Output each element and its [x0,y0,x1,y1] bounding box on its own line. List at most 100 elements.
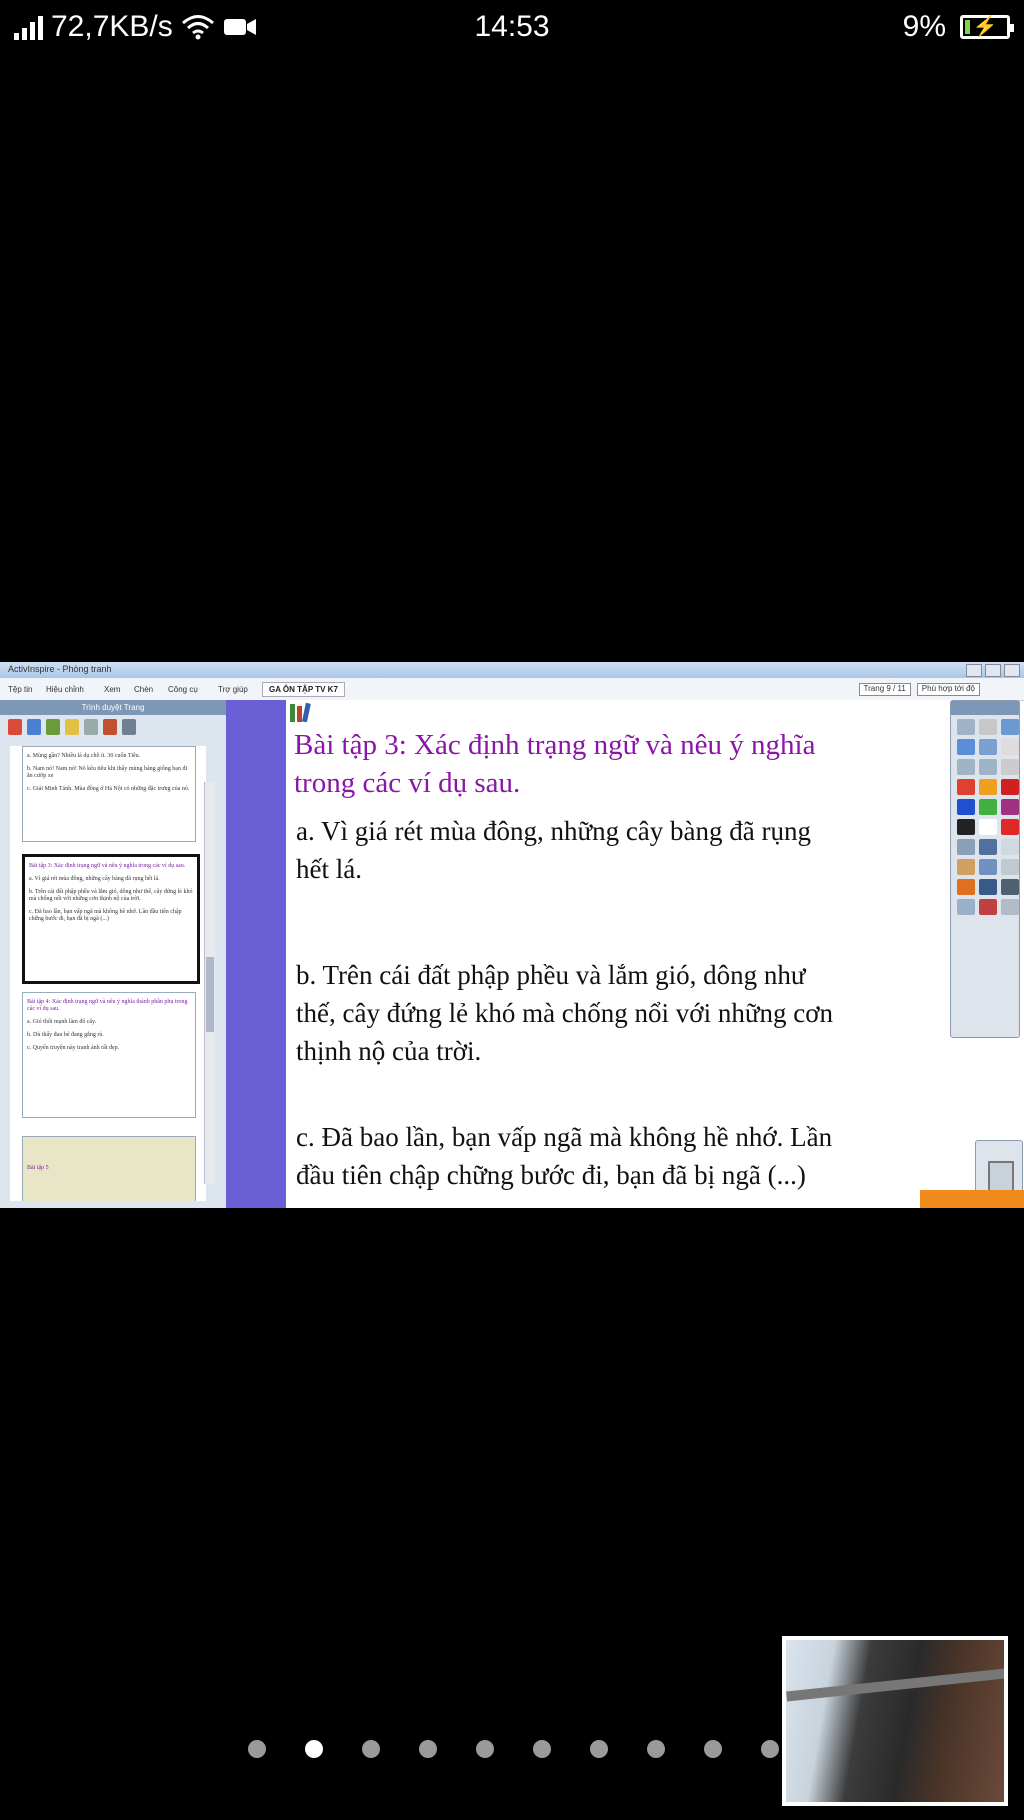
shape-icon[interactable] [979,859,997,875]
main-menu-icon[interactable] [957,719,975,735]
tool-palette-header[interactable] [951,701,1019,715]
back-icon[interactable] [957,759,975,775]
page-dot[interactable] [533,1740,551,1758]
window-controls [966,664,1020,677]
thumbnail-title: Bài tập 5 [27,1165,49,1171]
minimize-icon[interactable] [966,664,982,677]
color-red-icon[interactable] [957,779,975,795]
tool-grid [951,715,1019,919]
menu-insert[interactable]: Chèn [134,685,153,694]
menu-bar: Tệp tin Hiệu chỉnh Xem Chèn Công cụ Trợ … [0,678,1024,701]
color-black-icon[interactable] [957,819,975,835]
fill-icon[interactable] [957,879,975,895]
clear-icon[interactable] [1001,779,1019,795]
highlighter-icon[interactable] [1001,839,1019,855]
slide-side-bar [226,700,286,1208]
color-white-icon[interactable] [979,819,997,835]
close-icon[interactable] [1004,664,1020,677]
page-browser-toolbar [0,715,226,741]
objects-icon[interactable] [46,719,60,735]
thumbnail-title: Bài tập 3: Xác định trạng ngữ và nêu ý n… [29,863,186,869]
thumbnail-line: b. Trên cái đất phập phều và lắm gió, dô… [29,889,193,902]
eraser-icon[interactable] [957,859,975,875]
window-titlebar: ActivInspire - Phòng tranh [0,662,1024,678]
revealer-icon[interactable] [1001,899,1019,915]
color-purple-icon[interactable] [1001,799,1019,815]
thumbnail-title: Bài tập 4: Xác định trạng ngữ và nêu ý n… [27,999,188,1012]
text-icon[interactable] [979,879,997,895]
page-thumbnail-selected[interactable]: Bài tập 3: Xác định trạng ngữ và nêu ý n… [22,854,200,984]
camera-icon[interactable] [1001,879,1019,895]
blank-icon[interactable] [1001,759,1019,775]
color-blue-icon[interactable] [957,799,975,815]
thumbnail-line: b. Dù thấy đau bé đang gắng rủ. [27,1032,104,1038]
slide-title: Bài tập 3: Xác định trạng ngữ và nêu ý n… [294,729,816,799]
maximize-icon[interactable] [985,664,1001,677]
thumbnail-line: a. Mùng gần? Nhiều lá dụ chỗ ít. 30 cuốn… [27,753,141,759]
page-navigation: Trang 9 / 11 Phù hợp tới độ [858,683,980,696]
color-orange-icon[interactable] [979,779,997,795]
document-tab[interactable]: GA ÔN TẬP TV K7 [262,682,345,697]
thumbnail-line: c. Đã bao lần, bạn vấp ngã mà không hề n… [29,909,182,922]
orange-strip [920,1190,1024,1208]
browser-settings-icon[interactable] [122,719,136,735]
thumbnail-line: a. Vì giá rét mùa đông, những cây bàng đ… [29,876,160,882]
page-thumbnail[interactable]: Bài tập 5 [22,1136,196,1201]
profile-icon[interactable] [979,719,997,735]
page-thumbnail[interactable]: Bài tập 4: Xác định trạng ngữ và nêu ý n… [22,992,196,1118]
page-indicator: Trang 9 / 11 [858,683,911,696]
slide-item-b: b. Trên cái đất phập phều và lắm gió, dô… [296,960,833,1066]
page-dot[interactable] [362,1740,380,1758]
camera-preview[interactable] [782,1636,1008,1806]
slide-canvas: Bài tập 3: Xác định trạng ngữ và nêu ý n… [286,700,960,1208]
page-browser: Trình duyệt Trang a. Mùng gần? Nhiều lá … [0,700,227,1208]
zoom-select[interactable]: Phù hợp tới độ [916,683,980,696]
clock-icon[interactable] [957,899,975,915]
page-dot[interactable] [647,1740,665,1758]
spotlight-icon[interactable] [979,899,997,915]
menu-view[interactable]: Xem [104,685,120,694]
color-green-icon[interactable] [979,799,997,815]
page-dot[interactable] [419,1740,437,1758]
thumbnail-scrollbar[interactable] [204,782,215,1184]
notes-icon[interactable] [65,719,79,735]
thumbnail-line: c. Quyển truyện này tranh ảnh rất đẹp. [27,1045,120,1051]
pen-settings-icon[interactable] [1001,719,1019,735]
page-browser-title: Trình duyệt Trang [0,700,226,715]
thumbnail-line: b. Nam nó! Nam nó! Nó kêu tiêu khi thấy … [27,766,188,779]
resources-icon[interactable] [27,719,41,735]
menu-tools[interactable]: Công cụ [168,685,198,694]
forward-icon[interactable] [979,759,997,775]
pen-icon[interactable] [979,839,997,855]
books-icon [290,702,311,722]
page-dot[interactable] [761,1740,779,1758]
menu-help[interactable]: Trợ giúp [218,685,248,694]
tool-palette [950,700,1020,1038]
slide-item-c: c. Đã bao lần, bạn vấp ngã mà không hề n… [296,1122,833,1190]
connector-icon[interactable] [1001,859,1019,875]
page-dot-active[interactable] [305,1740,323,1758]
page-dot[interactable] [704,1740,722,1758]
battery-percent: 9% [902,10,946,43]
page-dot[interactable] [590,1740,608,1758]
status-bar: 72,7KB/s 14:53 9% ⚡ [0,0,1024,54]
menu-edit[interactable]: Hiệu chỉnh [46,685,84,694]
select-icon[interactable] [957,839,975,855]
window-title: ActivInspire - Phòng tranh [8,664,112,674]
thumbnail-line: a. Gió thổi mạnh làm đổ cây. [27,1019,97,1025]
page-icon[interactable] [1001,739,1019,755]
trash-icon [988,1161,1014,1193]
page-dot[interactable] [476,1740,494,1758]
zoom-icon[interactable] [979,739,997,755]
desktop-icon[interactable] [957,739,975,755]
menu-file[interactable]: Tệp tin [8,685,32,694]
properties-icon[interactable] [84,719,98,735]
status-right: 9% ⚡ [902,10,1014,44]
thumbnail-list: a. Mùng gần? Nhiều lá dụ chỗ ít. 30 cuốn… [10,746,206,1201]
actions-icon[interactable] [103,719,117,735]
page-dot[interactable] [248,1740,266,1758]
page-thumbnail[interactable]: a. Mùng gần? Nhiều lá dụ chỗ ít. 30 cuốn… [22,746,196,842]
delete-icon[interactable] [1001,819,1019,835]
clock: 14:53 [474,10,550,43]
pages-icon[interactable] [8,719,22,735]
